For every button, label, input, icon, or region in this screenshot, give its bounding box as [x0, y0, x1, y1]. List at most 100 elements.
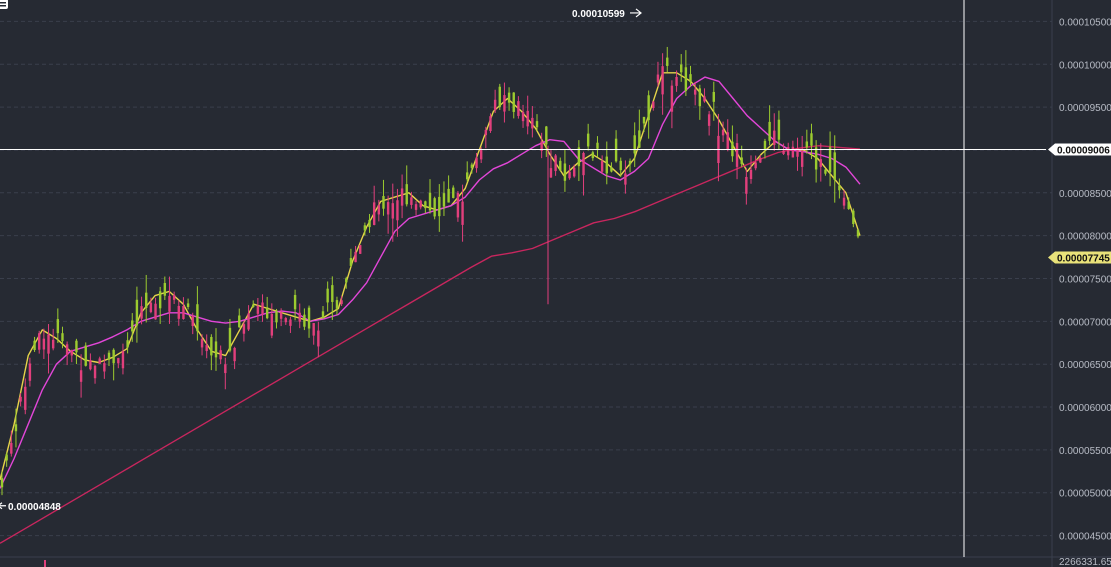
- y-tick-label: 0.00005000: [1059, 489, 1111, 500]
- candle: [372, 185, 376, 226]
- candle: [386, 195, 390, 234]
- candle: [852, 208, 855, 228]
- candle: [521, 104, 525, 128]
- candle: [256, 297, 260, 322]
- candle: [605, 141, 608, 185]
- candle: [359, 244, 362, 255]
- candle: [224, 357, 227, 390]
- candle: [382, 179, 385, 216]
- volume-axis-label: 2266331.65: [1059, 557, 1111, 567]
- candle: [749, 155, 753, 184]
- y-tick-label: 0.00010000: [1059, 60, 1111, 71]
- candle: [712, 81, 715, 121]
- candle: [586, 123, 590, 151]
- candle: [717, 113, 720, 182]
- menu-icon[interactable]: [0, 0, 8, 9]
- last-price-label: 0.00007745: [1057, 254, 1110, 265]
- candle: [238, 308, 241, 328]
- candle: [763, 138, 767, 159]
- candle: [219, 345, 222, 365]
- candle: [503, 82, 506, 123]
- y-tick-label: 0.00005500: [1059, 446, 1111, 457]
- candle: [321, 305, 325, 319]
- candle: [135, 286, 139, 343]
- candle: [103, 354, 106, 379]
- candle: [745, 167, 748, 205]
- candle: [466, 161, 469, 182]
- candle: [614, 130, 618, 163]
- candle: [856, 229, 860, 239]
- grid-lines: [0, 20, 1052, 537]
- candle: [731, 125, 734, 162]
- candle: [24, 378, 27, 415]
- candle: [638, 109, 641, 149]
- candle: [554, 153, 557, 176]
- candle: [228, 318, 232, 353]
- candle: [800, 135, 804, 177]
- volume-bar: [44, 560, 46, 567]
- candle: [47, 324, 50, 374]
- candle: [98, 356, 101, 364]
- candle: [275, 308, 278, 329]
- candle: [65, 341, 69, 366]
- candle: [70, 349, 73, 363]
- candle: [824, 168, 827, 176]
- candle: [754, 155, 757, 171]
- high-arrow-icon: [630, 8, 642, 18]
- candle: [205, 334, 208, 359]
- y-tick-label: 0.00008000: [1059, 232, 1111, 243]
- high-annotation: 0.00010599: [572, 9, 625, 20]
- y-tick-label: 0.00006500: [1059, 360, 1111, 371]
- candle: [163, 276, 167, 300]
- candle: [89, 353, 92, 371]
- moving-average-line-1: [0, 72, 861, 481]
- candle: [191, 312, 194, 335]
- candle: [698, 84, 702, 120]
- candle: [531, 106, 534, 138]
- candle: [233, 346, 236, 370]
- candle: [289, 316, 292, 333]
- candle: [75, 338, 78, 365]
- candle: [670, 80, 674, 129]
- chart-canvas[interactable]: 0.000105000.000100000.000095000.00009000…: [0, 0, 1111, 567]
- candle: [247, 305, 250, 332]
- candle: [577, 140, 581, 182]
- candle: [563, 149, 567, 192]
- candle: [270, 303, 274, 339]
- candle: [107, 350, 111, 367]
- candle: [326, 281, 329, 312]
- candle: [428, 179, 432, 214]
- candle: [787, 142, 790, 160]
- candle: [773, 113, 776, 151]
- candle: [33, 336, 36, 352]
- candle: [117, 357, 120, 369]
- candle: [610, 162, 613, 173]
- candle: [452, 185, 455, 199]
- candle: [84, 342, 87, 367]
- candle: [405, 165, 408, 207]
- candle: [624, 160, 627, 194]
- candle: [442, 181, 446, 216]
- candle: [419, 199, 422, 210]
- candle: [145, 274, 148, 323]
- candle: [303, 308, 306, 331]
- candle: [154, 297, 157, 320]
- candle: [545, 125, 548, 157]
- candle: [838, 178, 841, 199]
- candle: [559, 157, 562, 171]
- candlesticks: [0, 46, 860, 567]
- candle: [438, 184, 441, 232]
- candle: [265, 296, 269, 320]
- candle: [400, 174, 404, 219]
- price-chart[interactable]: 0.000105000.000100000.000095000.00009000…: [0, 0, 1111, 567]
- candle: [726, 119, 729, 152]
- candle: [284, 316, 287, 325]
- candle: [79, 354, 83, 398]
- candle: [293, 289, 297, 321]
- y-axis: 0.000105000.000100000.000095000.00009000…: [0, 0, 1111, 567]
- candle: [703, 88, 706, 103]
- candle: [158, 286, 162, 324]
- candle: [28, 357, 32, 387]
- candle: [507, 87, 511, 111]
- crosshair-price-tag: 0.00009006: [1048, 143, 1111, 156]
